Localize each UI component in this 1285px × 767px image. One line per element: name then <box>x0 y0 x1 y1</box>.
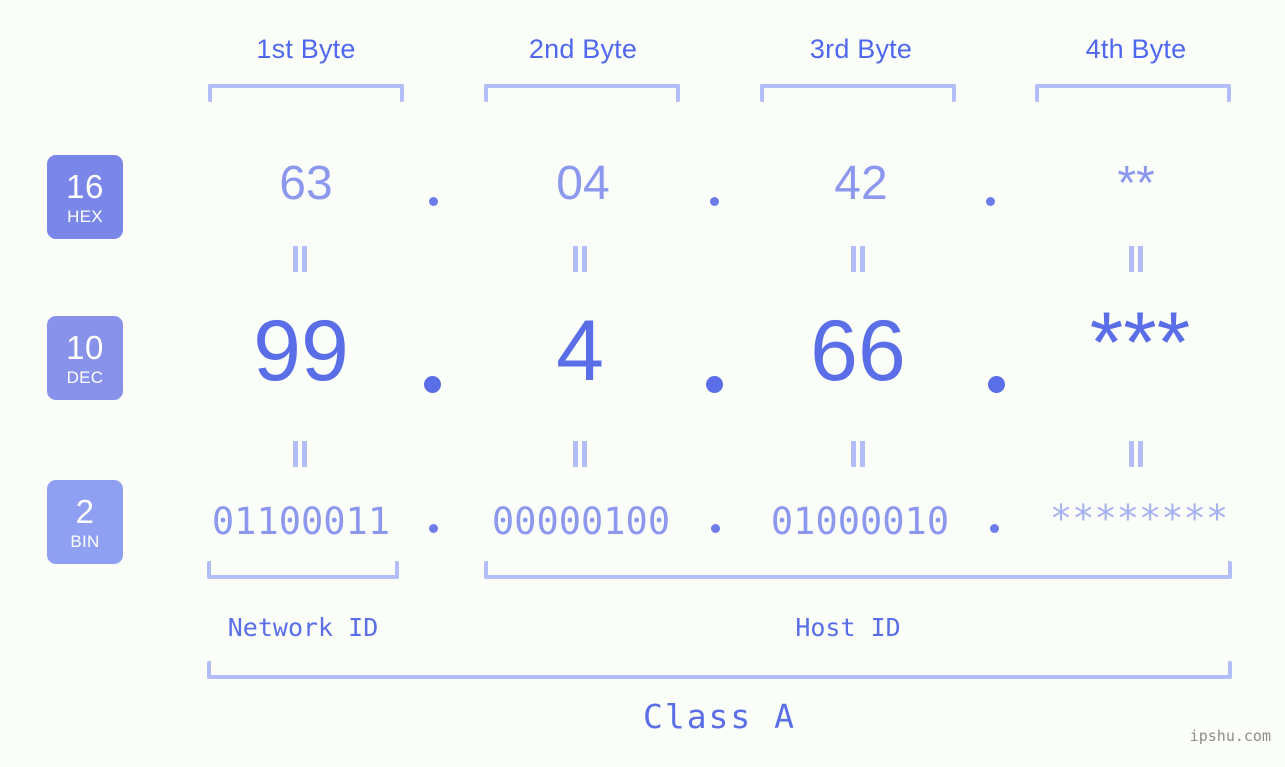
hex-dot-separator-2 <box>710 197 719 206</box>
radix-badge-bin-abbr: BIN <box>70 531 100 551</box>
radix-badge-hex: 16 HEX <box>47 155 123 239</box>
equals-mark-dec-bin-1 <box>293 441 307 467</box>
byte-header-2: 2nd Byte <box>528 34 638 64</box>
byte-header-1: 1st Byte <box>256 34 356 64</box>
dec-byte-1: 99 <box>253 303 349 399</box>
bin-dot-separator-3 <box>990 524 999 533</box>
host-id-bracket <box>484 561 1232 579</box>
equals-mark-dec-bin-3 <box>851 441 865 467</box>
equals-mark-hex-dec-3 <box>851 246 865 272</box>
dec-dot-separator-1 <box>424 376 441 393</box>
bin-byte-4: ******** <box>1049 497 1229 540</box>
class-bracket <box>207 661 1232 679</box>
ip-address-breakdown-diagram: 1st Byte 2nd Byte 3rd Byte 4th Byte 16 H… <box>0 0 1285 767</box>
byte-header-4: 4th Byte <box>1085 34 1187 64</box>
network-id-label: Network ID <box>227 613 379 642</box>
dec-dot-separator-3 <box>988 376 1005 393</box>
byte-bracket-top-1 <box>208 84 404 102</box>
class-label: Class A <box>642 697 797 736</box>
bin-byte-2: 00000100 <box>491 500 671 543</box>
equals-mark-dec-bin-2 <box>573 441 587 467</box>
radix-badge-hex-number: 16 <box>66 167 104 205</box>
radix-badge-hex-abbr: HEX <box>67 206 103 226</box>
dec-byte-2: 4 <box>556 303 604 399</box>
byte-bracket-top-3 <box>760 84 956 102</box>
dec-byte-4: *** <box>1089 295 1191 391</box>
equals-mark-hex-dec-2 <box>573 246 587 272</box>
hex-dot-separator-3 <box>986 197 995 206</box>
radix-badge-dec: 10 DEC <box>47 316 123 400</box>
dec-byte-3: 66 <box>810 303 906 399</box>
hex-byte-4: ** <box>1117 157 1155 210</box>
bin-byte-3: 01000010 <box>770 500 950 543</box>
network-id-bracket <box>207 561 399 579</box>
host-id-label: Host ID <box>795 613 901 642</box>
hex-dot-separator-1 <box>429 197 438 206</box>
hex-byte-2: 04 <box>556 157 610 210</box>
hex-byte-1: 63 <box>279 157 333 210</box>
equals-mark-hex-dec-4 <box>1129 246 1143 272</box>
radix-badge-dec-number: 10 <box>66 328 104 366</box>
equals-mark-hex-dec-1 <box>293 246 307 272</box>
bin-byte-1: 01100011 <box>211 500 391 543</box>
watermark: ipshu.com <box>1189 727 1271 745</box>
radix-badge-dec-abbr: DEC <box>66 367 104 387</box>
bin-dot-separator-2 <box>711 524 720 533</box>
byte-bracket-top-4 <box>1035 84 1231 102</box>
byte-header-3: 3rd Byte <box>809 34 913 64</box>
radix-badge-bin: 2 BIN <box>47 480 123 564</box>
byte-bracket-top-2 <box>484 84 680 102</box>
dec-dot-separator-2 <box>706 376 723 393</box>
bin-dot-separator-1 <box>429 524 438 533</box>
equals-mark-dec-bin-4 <box>1129 441 1143 467</box>
radix-badge-bin-number: 2 <box>75 492 95 530</box>
hex-byte-3: 42 <box>834 157 888 210</box>
